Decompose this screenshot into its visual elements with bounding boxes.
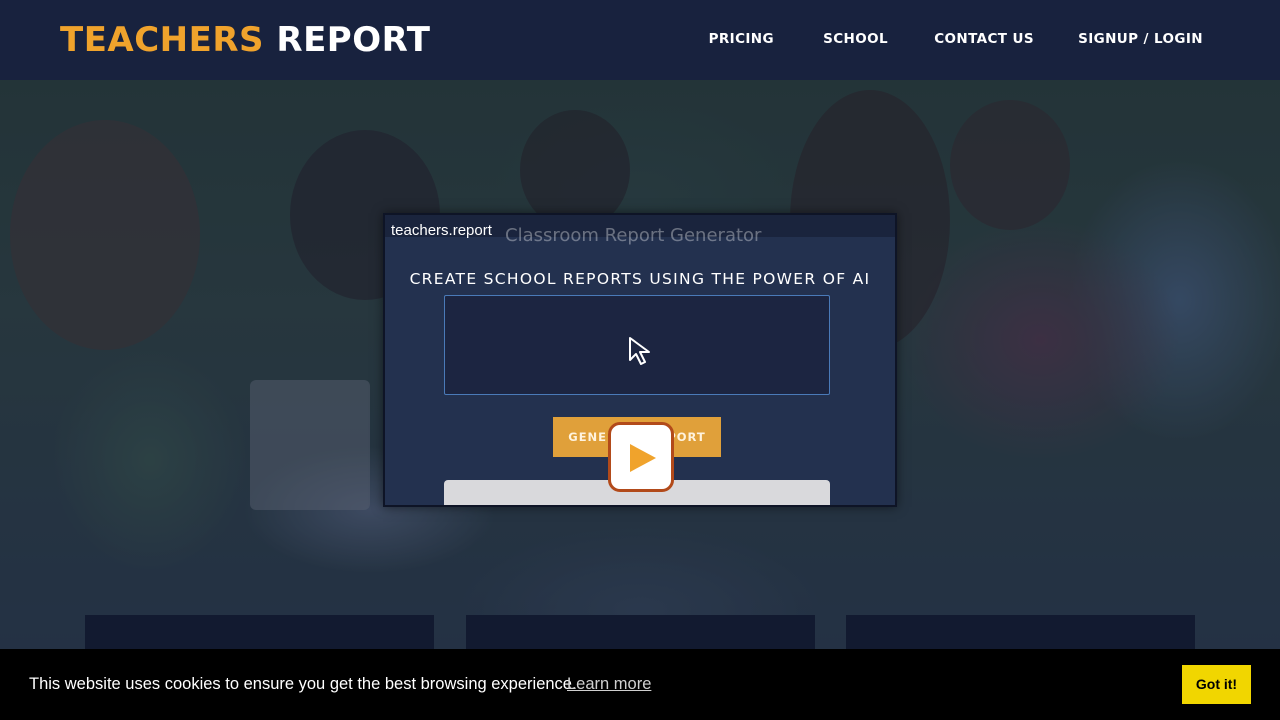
video-tagline: CREATE SCHOOL REPORTS USING THE POWER OF…	[409, 270, 871, 288]
logo-teachers: TEACHERS	[60, 20, 265, 60]
site-logo[interactable]: TEACHERS REPORT	[60, 18, 430, 62]
cookie-banner: This website uses cookies to ensure you …	[0, 649, 1280, 720]
nav-contact-us[interactable]: CONTACT US	[934, 31, 1034, 47]
play-icon	[630, 444, 656, 472]
cursor-icon	[629, 337, 650, 365]
cookie-learn-more-link[interactable]: Learn more	[567, 675, 651, 694]
play-button[interactable]	[608, 422, 674, 492]
cookie-accept-button[interactable]: Got it!	[1182, 665, 1251, 704]
video-report-textarea	[444, 295, 830, 395]
nav-school[interactable]: SCHOOL	[823, 31, 888, 47]
nav-pricing[interactable]: PRICING	[709, 31, 774, 47]
cookie-message: This website uses cookies to ensure you …	[29, 675, 577, 693]
site-header: TEACHERS REPORT PRICING SCHOOL CONTACT U…	[0, 0, 1280, 80]
video-site-label: teachers.report	[391, 222, 492, 239]
logo-report: REPORT	[276, 20, 431, 60]
video-faded-heading: Classroom Report Generator	[505, 225, 762, 246]
nav-signup-login[interactable]: SIGNUP / LOGIN	[1078, 31, 1203, 47]
